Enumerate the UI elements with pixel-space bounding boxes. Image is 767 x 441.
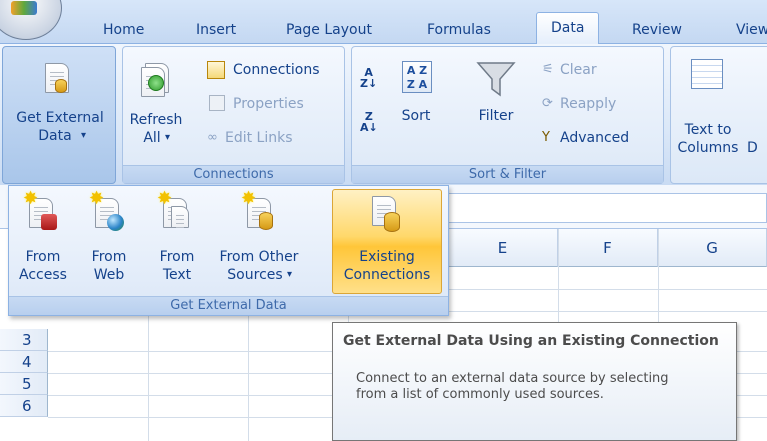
filter-label: Filter: [478, 108, 514, 124]
connections-group: Refresh All ▾ Connections Properties ∞ E…: [122, 46, 345, 184]
chevron-down-icon: ▾: [81, 130, 87, 141]
column-header-e[interactable]: E: [448, 229, 558, 267]
connections-label: Connections: [233, 62, 320, 78]
from-text-label-1: From: [159, 249, 195, 265]
get-external-data-button[interactable]: Get External Data ▾: [2, 46, 116, 184]
tab-review[interactable]: Review: [632, 20, 682, 44]
sort-label: Sort: [401, 108, 431, 124]
refresh-all-button[interactable]: Refresh All ▾: [127, 51, 185, 163]
properties-button[interactable]: Properties: [207, 93, 342, 115]
get-external-data-label-2: Data: [38, 128, 72, 144]
office-logo-icon: [11, 1, 37, 15]
tooltip-body: Connect to an external data source by se…: [356, 371, 669, 402]
office-button[interactable]: [0, 0, 62, 40]
from-other-sources-button[interactable]: ✸ From Other Sources ▾: [213, 188, 305, 294]
from-access-label-1: From: [25, 249, 61, 265]
reapply-button[interactable]: ⟳ Reapply: [542, 93, 660, 115]
from-access-button[interactable]: ✸ From Access: [15, 188, 71, 294]
existing-connections-label-1: Existing: [359, 249, 415, 265]
existing-connection-tooltip: Get External Data Using an Existing Conn…: [332, 322, 737, 441]
sort-descending-icon: Z A↓: [360, 110, 378, 134]
data-tools-group: Text to Columns D: [670, 46, 767, 184]
from-other-sources-label-2: Sources: [227, 267, 283, 283]
from-web-label-1: From: [91, 249, 127, 265]
from-text-label-2: Text: [162, 267, 192, 283]
clear-label: Clear: [560, 62, 597, 78]
connections-group-label: Connections: [123, 165, 344, 183]
sort-filter-group: A Z↓ Z A↓ A ZZ A Sort Filter ⚟ Clear ⟳ Rea…: [351, 46, 664, 184]
advanced-button[interactable]: Y Advanced: [542, 127, 660, 149]
connections-button[interactable]: Connections: [207, 59, 342, 81]
row-header-4[interactable]: 4: [0, 351, 48, 373]
tab-insert[interactable]: Insert: [196, 20, 236, 44]
reapply-label: Reapply: [560, 96, 617, 112]
get-external-data-group-label: Get External Data: [9, 296, 448, 315]
sort-ascending-icon: A Z↓: [360, 66, 378, 90]
advanced-filter-icon: Y: [542, 130, 550, 145]
clear-button[interactable]: ⚟ Clear: [542, 59, 660, 81]
sort-button[interactable]: A ZZ A Sort: [392, 51, 440, 163]
existing-connections-button[interactable]: Existing Connections: [332, 190, 442, 294]
properties-label: Properties: [233, 96, 304, 112]
tooltip-title: Get External Data Using an Existing Conn…: [343, 333, 719, 349]
reapply-filter-icon: ⟳: [542, 96, 553, 111]
row-header-3[interactable]: 3: [0, 329, 48, 351]
refresh-label-1: Refresh: [129, 112, 183, 128]
existing-connections-label-2: Connections: [343, 267, 431, 283]
remove-duplicates-label-partial[interactable]: D: [747, 139, 758, 157]
from-other-sources-label-1: From Other: [219, 249, 299, 265]
sort-z-to-a-button[interactable]: Z A↓: [358, 107, 382, 137]
chevron-down-icon: ▾: [287, 269, 293, 280]
filter-funnel-icon: [476, 62, 516, 97]
text-to-columns-label-1: Text to: [684, 122, 732, 138]
formula-input[interactable]: [448, 193, 767, 223]
filter-button[interactable]: Filter: [464, 51, 528, 163]
from-access-label-2: Access: [19, 267, 67, 283]
clear-filter-icon: ⚟: [542, 62, 554, 77]
text-to-columns-label-2: Columns: [677, 140, 739, 156]
tab-data[interactable]: Data: [536, 12, 600, 45]
get-external-data-label-1: Get External: [16, 110, 104, 126]
tab-view[interactable]: View: [736, 20, 767, 44]
chevron-down-icon: ▾: [165, 132, 171, 143]
ribbon: Get External Data ▾ Refresh All ▾ Connec…: [0, 44, 767, 185]
column-header-g[interactable]: G: [658, 229, 767, 267]
sort-a-to-z-button[interactable]: A Z↓: [358, 63, 382, 93]
advanced-label: Advanced: [560, 130, 630, 146]
sort-filter-group-label: Sort & Filter: [352, 165, 663, 183]
text-to-columns-icon: [691, 59, 723, 89]
column-header-f[interactable]: F: [558, 229, 658, 267]
row-header-6[interactable]: 6: [0, 395, 48, 417]
tab-page-layout[interactable]: Page Layout: [286, 20, 372, 44]
link-icon: ∞: [207, 130, 218, 145]
from-web-label-2: Web: [93, 267, 125, 283]
properties-icon: [209, 95, 225, 111]
edit-links-button[interactable]: ∞ Edit Links: [207, 127, 342, 149]
tab-home[interactable]: Home: [103, 20, 144, 44]
sort-dialog-icon: A ZZ A: [402, 61, 432, 93]
get-external-data-dropdown: ✸ From Access ✸ From Web ✸ From Text ✸ F: [8, 185, 449, 316]
edit-links-label: Edit Links: [225, 130, 293, 146]
connections-icon: [207, 61, 225, 79]
tab-formulas[interactable]: Formulas: [427, 20, 491, 44]
ribbon-tab-strip: Home Insert Page Layout Formulas Data Re…: [0, 0, 767, 45]
row-header-5[interactable]: 5: [0, 373, 48, 395]
from-web-button[interactable]: ✸ From Web: [81, 188, 137, 294]
text-to-columns-button[interactable]: Text to Columns: [673, 51, 743, 163]
from-text-button[interactable]: ✸ From Text: [149, 188, 205, 294]
